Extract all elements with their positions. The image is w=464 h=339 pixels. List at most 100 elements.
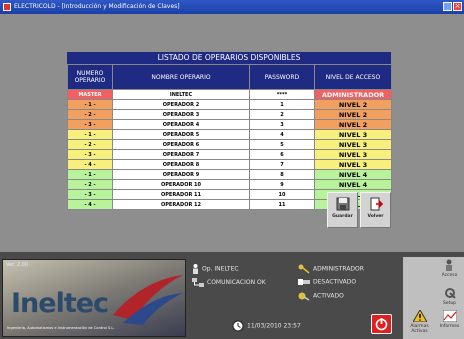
close-button[interactable]: × [453,2,462,11]
access-level-cell[interactable]: NIVEL 3 [314,129,392,140]
operator-name-cell[interactable]: OPERADOR 3 [112,109,250,120]
access-level-cell[interactable]: NIVEL 4 [314,169,392,180]
operator-number-cell[interactable]: - 3 - [67,149,113,160]
datetime-status: 11/03/2010 23:57 [232,320,301,332]
operator-name-cell[interactable]: OPERADOR 2 [112,99,250,110]
state2-status: ACTIVADO [298,291,344,301]
password-cell[interactable]: 8 [249,169,315,180]
setup-label: Setup [442,301,457,306]
operator-name-cell[interactable]: OPERADOR 12 [112,199,250,210]
state2-text: ACTIVADO [313,292,344,300]
table-row[interactable]: - 1 - OPERADOR 2 1 NIVEL 2 [67,99,392,110]
alarms-button[interactable]: Alarmas Activas [406,309,433,334]
operator-number-cell[interactable]: - 3 - [67,189,113,200]
operator-number-cell[interactable]: - 2 - [67,139,113,150]
save-icon [336,197,349,211]
operator-status: Op. INELTEC [192,264,239,274]
access-button[interactable]: Acceso [435,259,464,278]
table-row[interactable]: - 2 - OPERADOR 10 9 NIVEL 4 [67,179,392,190]
operator-number-cell[interactable]: - 4 - [67,159,113,170]
password-cell[interactable]: 1 [249,99,315,110]
version-label: Ver. 2.00 [6,262,29,268]
access-level-cell[interactable]: NIVEL 2 [314,109,392,120]
operators-table: NUMERO OPERARIO NOMBRE OPERARIO PASSWORD… [67,64,392,210]
password-cell[interactable]: 7 [249,159,315,170]
state1-status: DESACTIVADO [298,278,356,286]
access-level-cell[interactable]: NIVEL 3 [314,139,392,150]
power-button[interactable] [371,314,392,334]
operator-number-cell[interactable]: - 1 - [67,129,113,140]
comm-text: COMUNICACION OK [207,279,266,286]
operator-name-cell[interactable]: OPERADOR 5 [112,129,250,140]
operator-name-cell[interactable]: OPERADOR 9 [112,169,250,180]
table-row[interactable]: - 3 - OPERADOR 4 3 NIVEL 2 [67,119,392,130]
access-level-cell[interactable]: NIVEL 2 [314,119,392,130]
password-cell[interactable]: 11 [249,199,315,210]
setup-button[interactable]: Setup [435,287,464,306]
password-cell[interactable]: 6 [249,149,315,160]
password-cell[interactable]: **** [249,89,315,100]
table-row[interactable]: - 2 - OPERADOR 3 2 NIVEL 2 [67,109,392,120]
header-nivel: NIVEL DE ACCESO [314,64,392,90]
operator-name-cell[interactable]: OPERADOR 8 [112,159,250,170]
exit-door-icon [370,197,383,211]
save-button[interactable]: Guardar [327,192,358,228]
operator-name-cell[interactable]: INELTEC [112,89,250,100]
operator-text: Op. INELTEC [202,265,239,273]
access-level-cell[interactable]: NIVEL 2 [314,99,392,110]
table-row[interactable]: - 2 - OPERADOR 6 5 NIVEL 3 [67,139,392,150]
operator-number-cell[interactable]: - 1 - [67,99,113,110]
table-row[interactable]: MASTER INELTEC **** ADMINISTRADOR [67,89,392,100]
password-cell[interactable]: 10 [249,189,315,200]
access-level-cell[interactable]: ADMINISTRADOR [314,89,392,100]
table-title: LISTADO DE OPERARIOS DISPONIBLES [67,52,391,64]
warning-icon [411,309,428,323]
reports-button[interactable]: Informes [435,309,464,329]
company-logo: Ver. 2.00 Ineltec Ingeniería, Automatism… [2,259,186,337]
network-icon [192,278,204,287]
header-nombre: NOMBRE OPERARIO [112,64,250,90]
operator-number-cell[interactable]: - 2 - [67,179,113,190]
restore-button[interactable] [443,2,452,11]
access-level-cell[interactable]: NIVEL 3 [314,149,392,160]
back-label: Volver [367,214,384,219]
operator-number-cell[interactable]: - 3 - [67,119,113,130]
main-area: LISTADO DE OPERARIOS DISPONIBLES NUMERO … [0,14,464,252]
save-label: Guardar [332,214,353,219]
access-level-cell[interactable]: NIVEL 3 [314,159,392,170]
access-label: Acceso [441,273,458,278]
operator-number-cell[interactable]: MASTER [67,89,113,100]
operator-name-cell[interactable]: OPERADOR 7 [112,149,250,160]
operator-name-cell[interactable]: OPERADOR 6 [112,139,250,150]
table-row[interactable]: - 4 - OPERADOR 8 7 NIVEL 3 [67,159,392,170]
state1-text: DESACTIVADO [313,278,357,286]
table-row[interactable]: - 1 - OPERADOR 5 4 NIVEL 3 [67,129,392,140]
access-level-cell[interactable]: NIVEL 4 [314,179,392,190]
operator-name-cell[interactable]: OPERADOR 10 [112,179,250,190]
operator-number-cell[interactable]: - 1 - [67,169,113,180]
setup-icon [444,288,456,299]
operator-name-cell[interactable]: OPERADOR 11 [112,189,250,200]
table-row[interactable]: - 3 - OPERADOR 7 6 NIVEL 3 [67,149,392,160]
logo-swoosh [113,275,183,325]
password-cell[interactable]: 9 [249,179,315,190]
switch-off-icon [298,279,310,285]
operator-number-cell[interactable]: - 4 - [67,199,113,210]
password-cell[interactable]: 2 [249,109,315,120]
table-row[interactable]: - 1 - OPERADOR 9 8 NIVEL 4 [67,169,392,180]
brand-name: Ineltec [11,288,109,319]
operator-name-cell[interactable]: OPERADOR 4 [112,119,250,130]
alarms-label: Alarmas Activas [410,324,429,334]
back-button[interactable]: Volver [360,192,391,228]
brand-subtitle: Ingeniería, Automatismos e Instrumentaci… [7,326,115,330]
keys-icon [298,264,310,274]
header-password: PASSWORD [249,64,315,90]
chart-icon [442,309,457,323]
activated-icon [298,292,310,301]
operator-number-cell[interactable]: - 2 - [67,109,113,120]
password-cell[interactable]: 4 [249,129,315,140]
password-cell[interactable]: 3 [249,119,315,130]
header-numero: NUMERO OPERARIO [67,64,113,90]
password-cell[interactable]: 5 [249,139,315,150]
status-panel: Op. INELTEC COMUNICACION OK ADMINISTRADO… [188,257,398,337]
